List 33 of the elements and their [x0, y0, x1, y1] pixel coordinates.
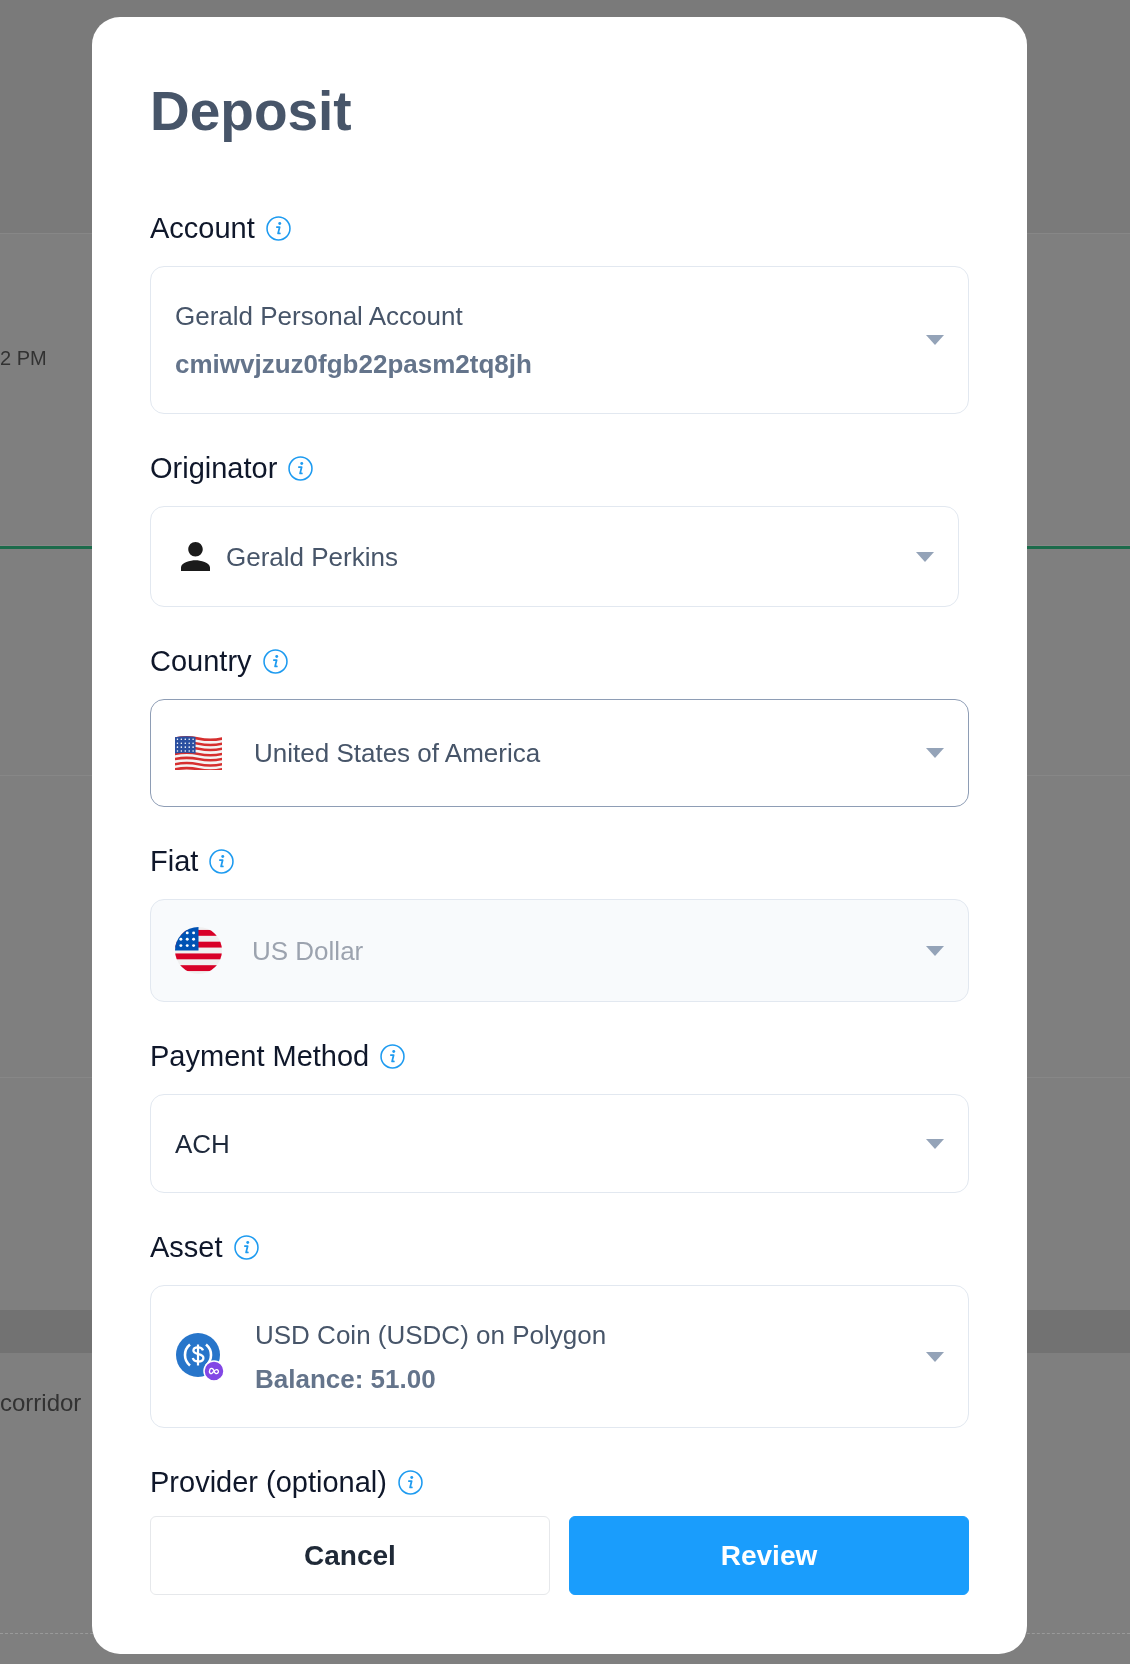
row-text: corridor	[0, 1389, 82, 1417]
field-label: Country	[150, 644, 252, 679]
caret-icon	[926, 335, 944, 345]
field-label: Asset	[150, 1230, 223, 1265]
dropdown-field[interactable]: Gerald Perkins	[150, 506, 959, 607]
info-icon[interactable]	[288, 455, 314, 481]
field-label: Account	[150, 211, 255, 246]
dropdown-field[interactable]: Gerald Personal Account cmiwvjzuz0fgb22pasm2tq8jh	[150, 266, 969, 414]
coin-icon	[175, 1331, 225, 1382]
dropdown-field[interactable]: ACH	[150, 1094, 969, 1193]
info-icon[interactable]	[380, 1043, 406, 1069]
dialog-title: Deposit	[150, 79, 352, 144]
info-icon[interactable]	[397, 1469, 423, 1495]
dropdown-field[interactable]: United States of America	[150, 699, 969, 807]
info-icon[interactable]	[233, 1234, 259, 1260]
field-label: Provider (optional)	[150, 1465, 387, 1500]
caret-icon	[926, 1351, 944, 1362]
flag-icon	[175, 736, 222, 770]
caret-icon	[926, 748, 944, 758]
person-icon	[181, 542, 210, 571]
info-icon[interactable]	[209, 848, 235, 874]
time-text: 2 PM	[0, 346, 47, 371]
info-icon[interactable]	[262, 648, 288, 674]
field-label: Originator	[150, 451, 278, 486]
round-flag-icon	[175, 927, 222, 974]
dropdown-field[interactable]: USD Coin (USDC) on Polygon Balance: 51.00	[150, 1285, 969, 1428]
info-icon[interactable]	[265, 215, 291, 241]
caret-icon	[916, 551, 934, 562]
caret-icon	[926, 1138, 944, 1149]
secondary-button[interactable]: Cancel	[150, 1516, 550, 1595]
field-label: Payment Method	[150, 1039, 370, 1074]
caret-icon	[926, 945, 944, 956]
field-label: Fiat	[150, 844, 199, 879]
